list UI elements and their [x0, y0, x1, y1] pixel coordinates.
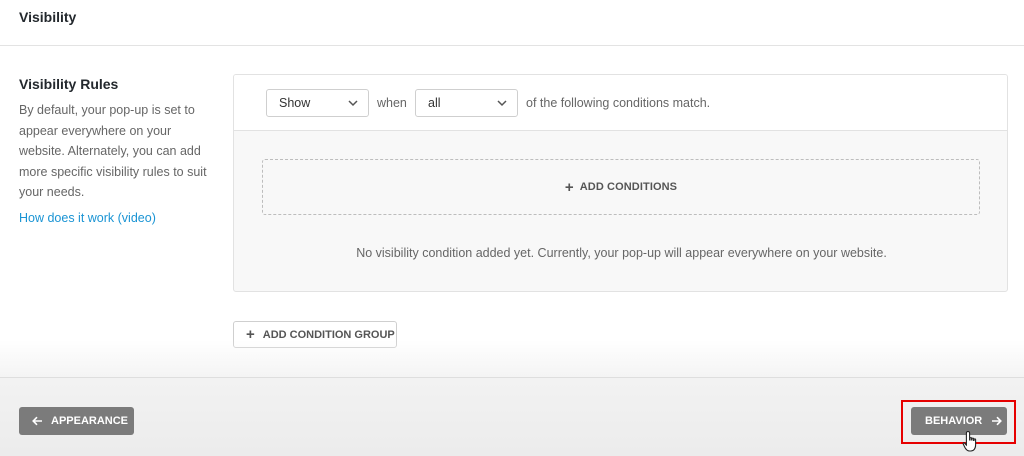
add-condition-group-label: ADD CONDITION GROUP [262, 328, 395, 341]
visibility-rules-panel: Show when all of the following condition… [233, 74, 1008, 292]
action-select[interactable]: Show [266, 89, 369, 117]
add-conditions-label: ADD CONDITIONS [579, 181, 678, 193]
back-button-label: APPEARANCE [51, 415, 129, 427]
chevron-down-icon [497, 100, 507, 107]
section-description: By default, your pop-up is set to appear… [19, 103, 207, 199]
page-header: Visibility [0, 0, 1024, 46]
footer-bar: APPEARANCE BEHAVIOR [0, 377, 1024, 456]
rule-condition-row: Show when all of the following condition… [234, 75, 1007, 131]
add-conditions-button[interactable]: + ADD CONDITIONS [262, 159, 980, 215]
empty-conditions-message: No visibility condition added yet. Curre… [356, 246, 887, 260]
match-suffix-label: of the following conditions match. [526, 96, 711, 110]
match-select-value: all [428, 96, 441, 110]
arrow-left-icon [32, 416, 43, 426]
how-it-works-link[interactable]: How does it work (video) [19, 211, 214, 225]
plus-icon: + [246, 326, 255, 343]
page-title: Visibility [19, 9, 77, 25]
hand-pointer-icon [962, 430, 977, 452]
highlight-box [901, 400, 1016, 444]
match-select[interactable]: all [415, 89, 518, 117]
back-appearance-button[interactable]: APPEARANCE [19, 407, 134, 435]
when-label: when [377, 96, 407, 110]
plus-icon: + [564, 178, 574, 196]
section-heading: Visibility Rules [19, 76, 119, 92]
scroll-fade [0, 340, 1024, 377]
visibility-rules-info: Visibility Rules By default, your pop-up… [19, 76, 214, 225]
chevron-down-icon [348, 100, 358, 107]
action-select-value: Show [279, 96, 311, 110]
